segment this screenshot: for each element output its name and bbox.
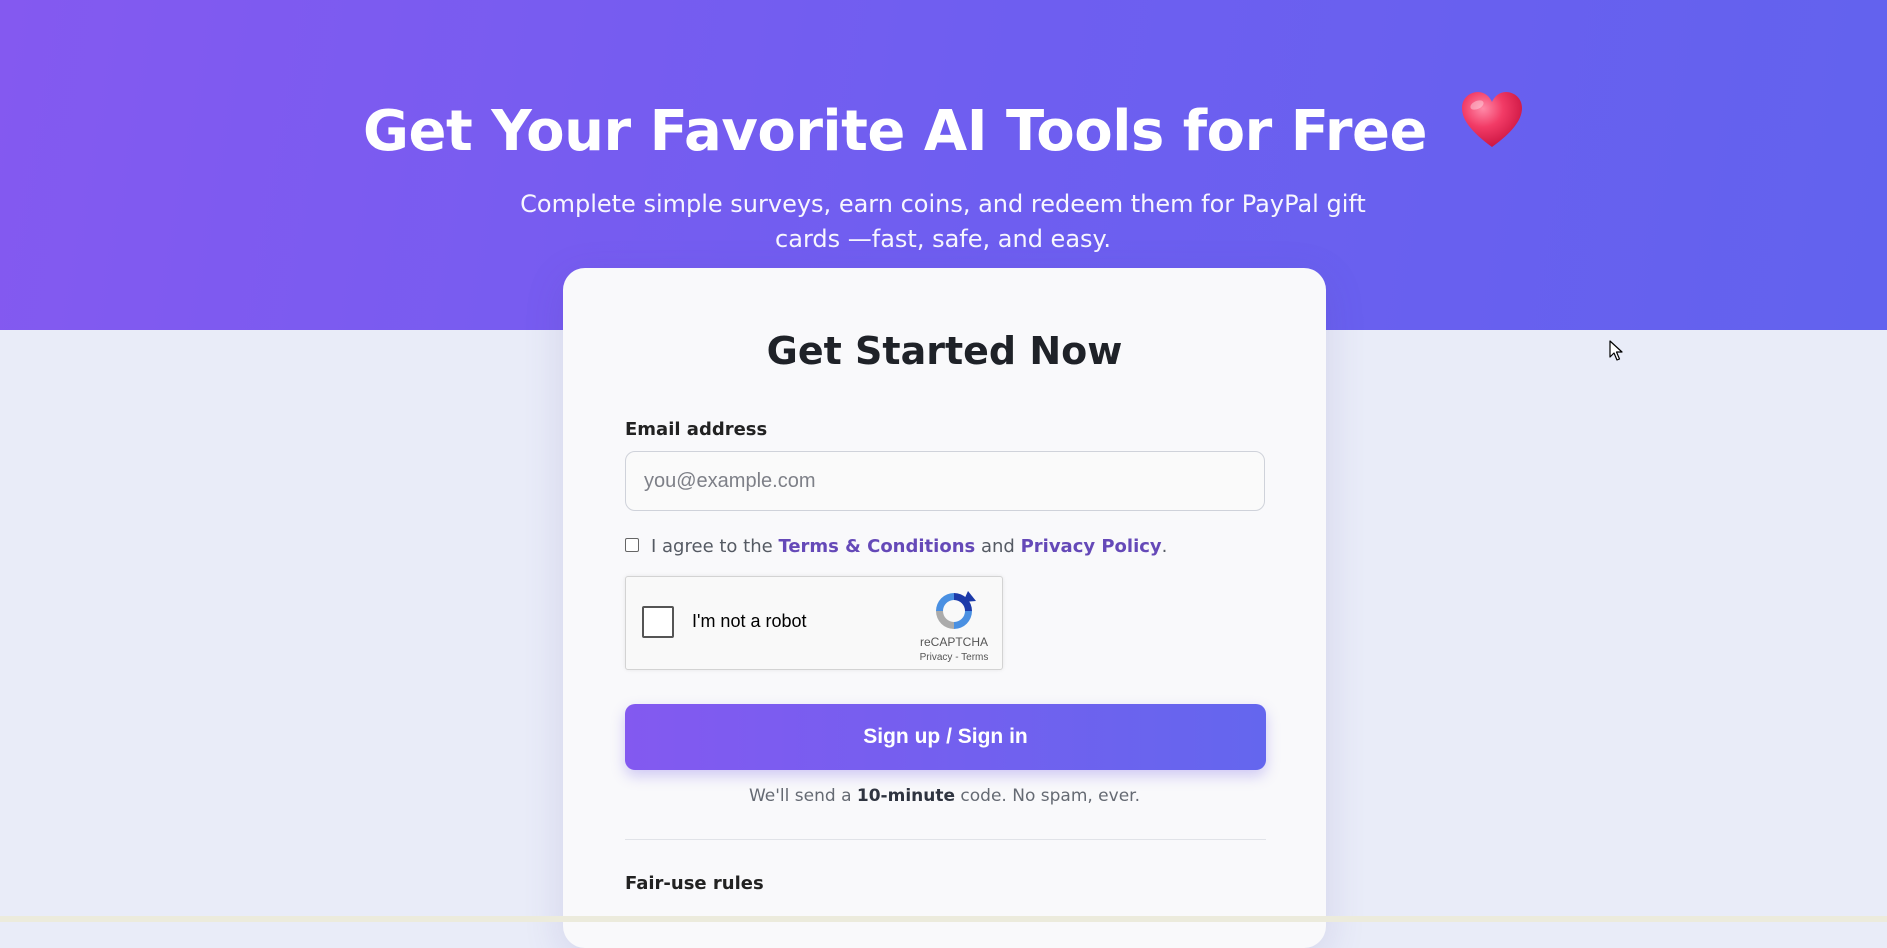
recaptcha-label: I'm not a robot (692, 611, 807, 631)
divider (625, 839, 1266, 840)
recaptcha-links[interactable]: Privacy - Terms (904, 652, 1004, 663)
code-note: We'll send a 10-minute code. No spam, ev… (563, 786, 1326, 806)
terms-checkbox[interactable] (625, 538, 639, 552)
signup-card: Get Started Now Email address I agree to… (563, 268, 1326, 948)
fair-use-title: Fair-use rules (625, 873, 764, 894)
note-prefix: We'll send a (748, 786, 852, 806)
hero-title-row: Get Your Favorite AI Tools for Free (0, 91, 1887, 170)
privacy-link[interactable]: Privacy Policy (1021, 536, 1162, 557)
recaptcha-widget: I'm not a robot reCAPTCHA Privacy - Term… (625, 576, 1003, 670)
agree-suffix: . (1161, 535, 1168, 557)
hero-subtitle: Complete simple surveys, earn coins, and… (520, 190, 1366, 253)
recaptcha-brand: reCAPTCHA (919, 635, 988, 649)
agree-prefix: I agree to the (651, 535, 773, 557)
email-field[interactable] (625, 451, 1265, 511)
recaptcha-logo-icon (932, 589, 976, 637)
hero-title: Get Your Favorite AI Tools for Free (363, 99, 1427, 164)
signup-signin-button[interactable]: Sign up / Sign in (625, 704, 1266, 770)
card-title: Get Started Now (766, 329, 1123, 373)
heart-icon (1460, 91, 1524, 169)
mouse-cursor-icon (1609, 340, 1623, 366)
email-label: Email address (625, 419, 768, 440)
terms-link[interactable]: Terms & Conditions (778, 536, 975, 557)
agree-middle: and (980, 535, 1015, 557)
note-strong: 10-minute (856, 786, 956, 806)
note-suffix: code. No spam, ever. (960, 786, 1140, 806)
bottom-edge-strip (0, 916, 1887, 922)
recaptcha-checkbox[interactable] (642, 606, 674, 638)
terms-agreement: I agree to the Terms & Conditions and Pr… (625, 532, 1167, 560)
